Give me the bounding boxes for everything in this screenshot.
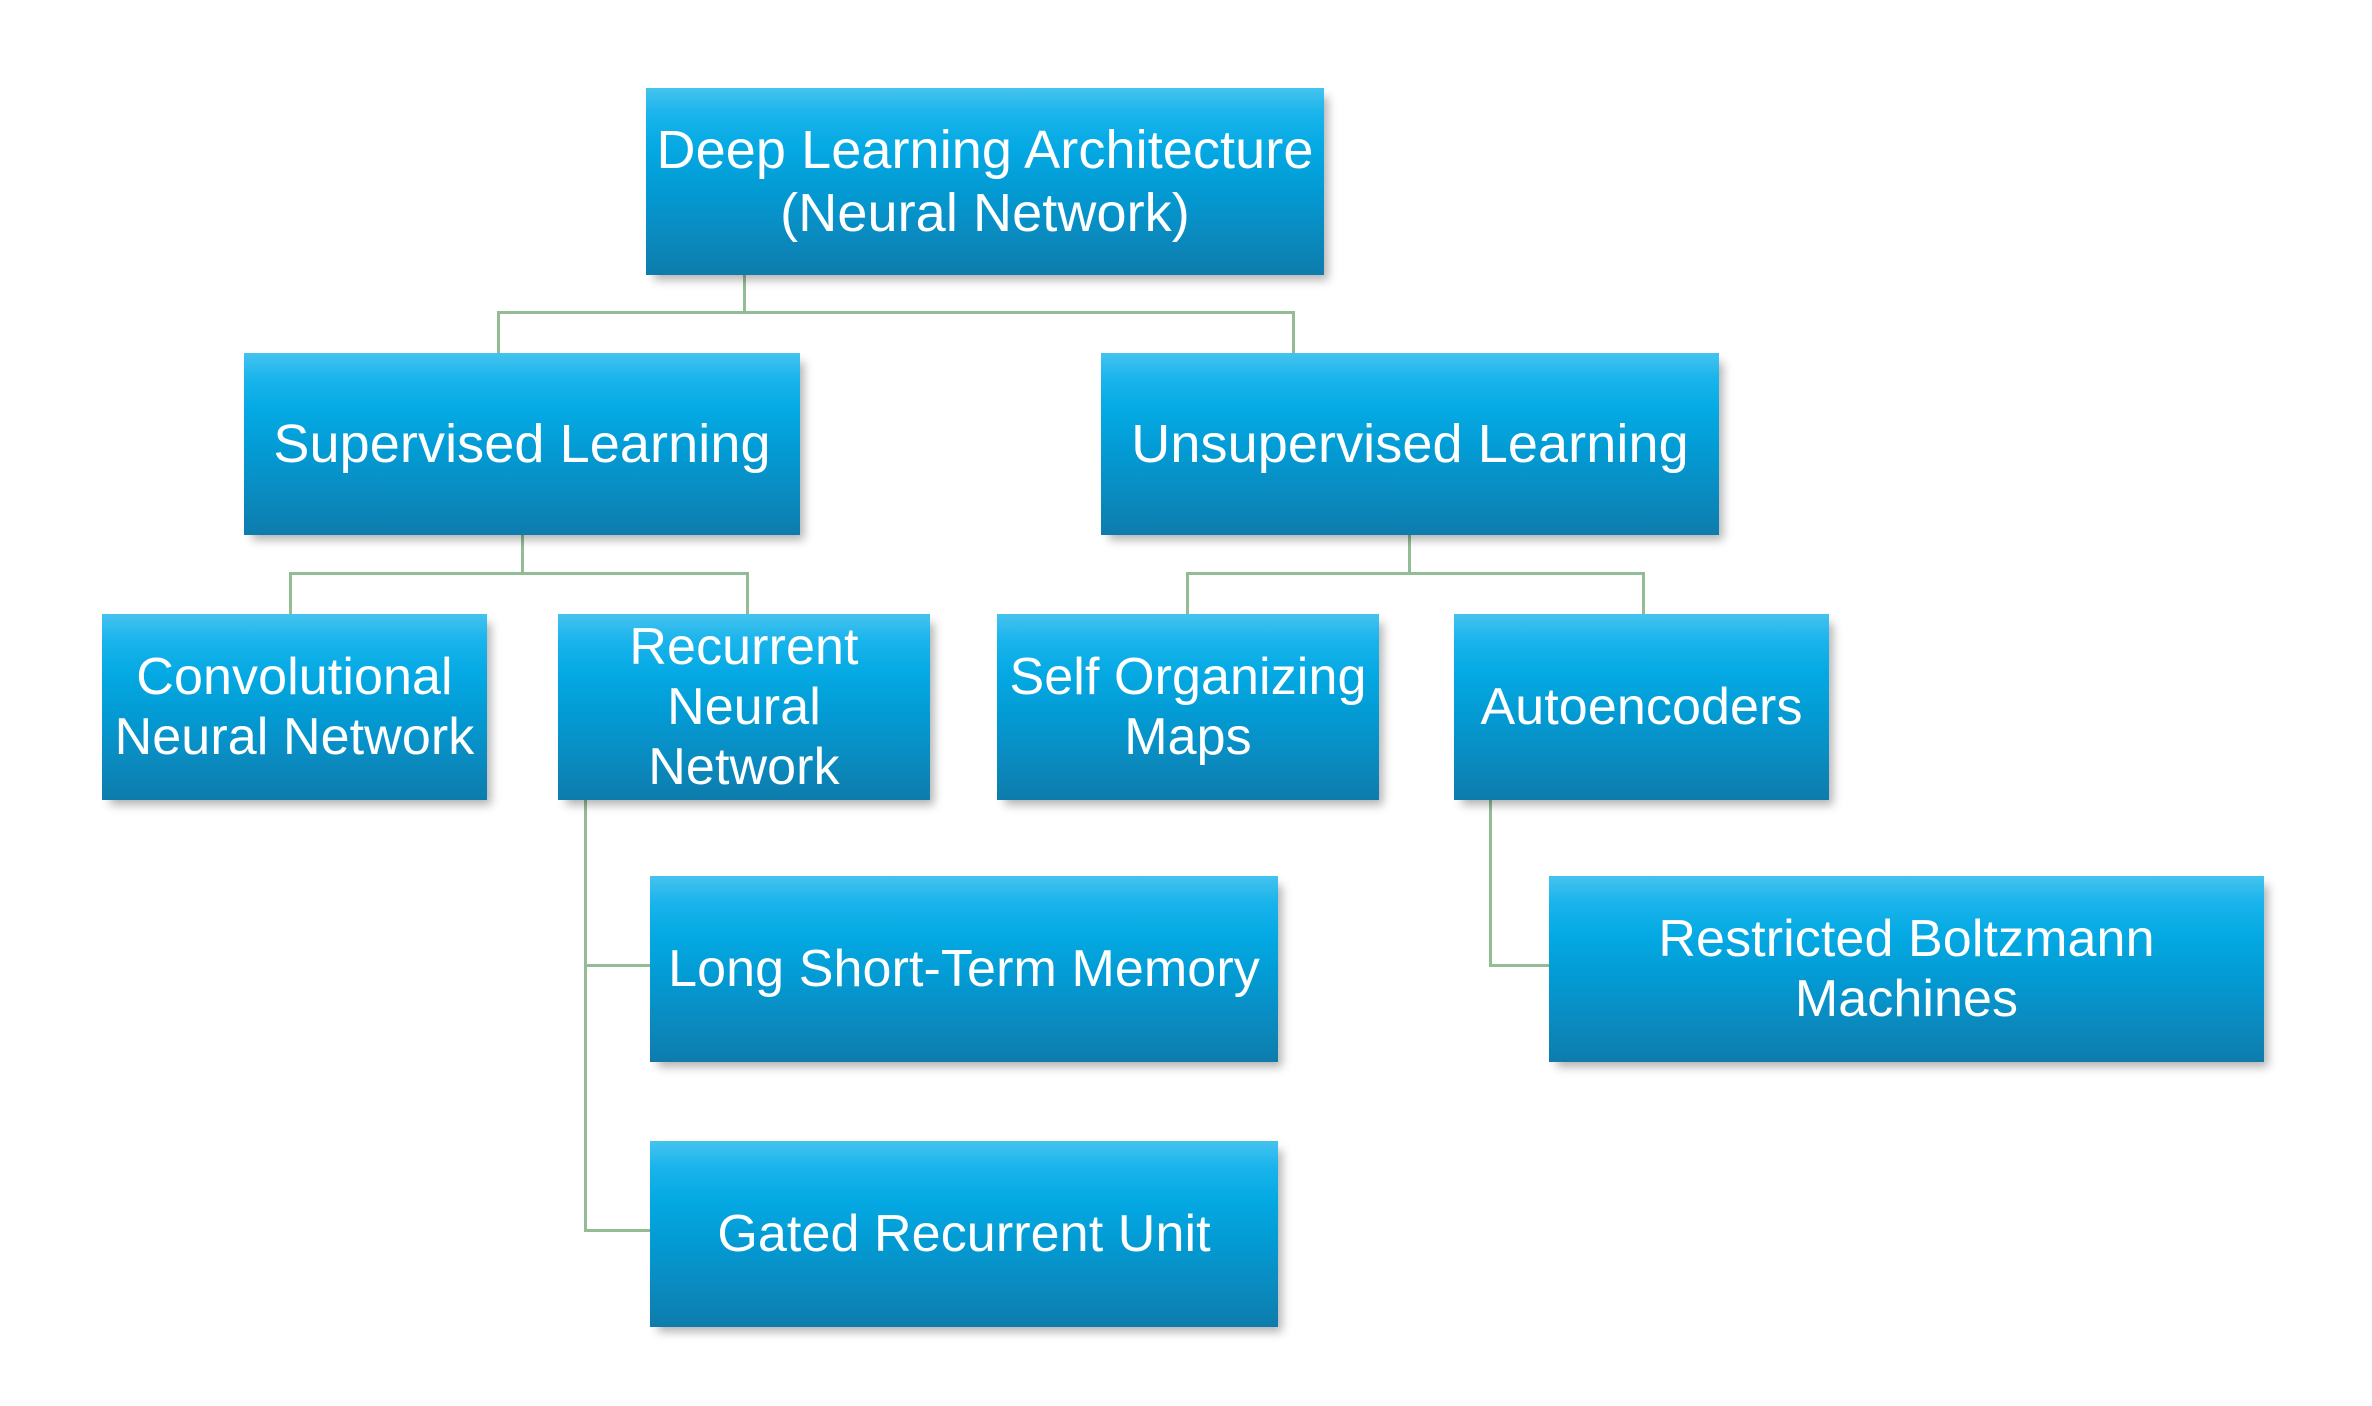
node-deep-learning-architecture[interactable]: Deep Learning Architecture (Neural Netwo…: [646, 88, 1324, 275]
connector-root-to-supervised: [497, 311, 500, 354]
connector-supervised-bus: [289, 572, 749, 575]
node-label: Gated Recurrent Unit: [717, 1204, 1211, 1263]
node-recurrent-neural-network[interactable]: Recurrent Neural Network: [558, 614, 930, 800]
connector-unsupervised-to-autoencoders: [1642, 572, 1645, 616]
connector-unsupervised-stem: [1408, 535, 1411, 574]
connector-rnn-to-lstm: [584, 964, 650, 967]
connector-autoencoders-to-rbm: [1489, 964, 1549, 967]
connector-rnn-to-gru: [584, 1229, 650, 1232]
connector-root-stem: [743, 275, 746, 313]
node-self-organizing-maps[interactable]: Self Organizing Maps: [997, 614, 1379, 800]
connector-supervised-stem: [521, 535, 524, 574]
node-label: Recurrent Neural Network: [629, 617, 859, 797]
node-label: Self Organizing Maps: [1009, 647, 1367, 766]
node-label: Supervised Learning: [273, 413, 771, 474]
node-label: Restricted Boltzmann Machines: [1658, 909, 2155, 1028]
diagram-canvas: Deep Learning Architecture (Neural Netwo…: [0, 0, 2372, 1406]
node-long-short-term-memory[interactable]: Long Short-Term Memory: [650, 876, 1278, 1062]
connector-root-to-unsupervised: [1292, 311, 1295, 354]
connector-unsupervised-to-som: [1186, 572, 1189, 616]
connector-unsupervised-bus: [1186, 572, 1645, 575]
node-gated-recurrent-unit[interactable]: Gated Recurrent Unit: [650, 1141, 1278, 1327]
node-label: Deep Learning Architecture (Neural Netwo…: [656, 119, 1314, 243]
node-label: Unsupervised Learning: [1131, 413, 1689, 474]
connector-supervised-to-cnn: [289, 572, 292, 616]
connector-supervised-to-rnn: [746, 572, 749, 616]
node-label: Autoencoders: [1480, 677, 1803, 736]
connector-root-bus: [497, 311, 1295, 314]
node-label: Convolutional Neural Network: [114, 647, 475, 766]
connector-autoencoders-trunk: [1489, 800, 1492, 967]
node-restricted-boltzmann-machines[interactable]: Restricted Boltzmann Machines: [1549, 876, 2264, 1062]
node-label: Long Short-Term Memory: [668, 939, 1260, 998]
connector-rnn-trunk: [584, 800, 587, 1232]
node-convolutional-neural-network[interactable]: Convolutional Neural Network: [102, 614, 487, 800]
node-unsupervised-learning[interactable]: Unsupervised Learning: [1101, 353, 1719, 535]
node-supervised-learning[interactable]: Supervised Learning: [244, 353, 800, 535]
node-autoencoders[interactable]: Autoencoders: [1454, 614, 1829, 800]
